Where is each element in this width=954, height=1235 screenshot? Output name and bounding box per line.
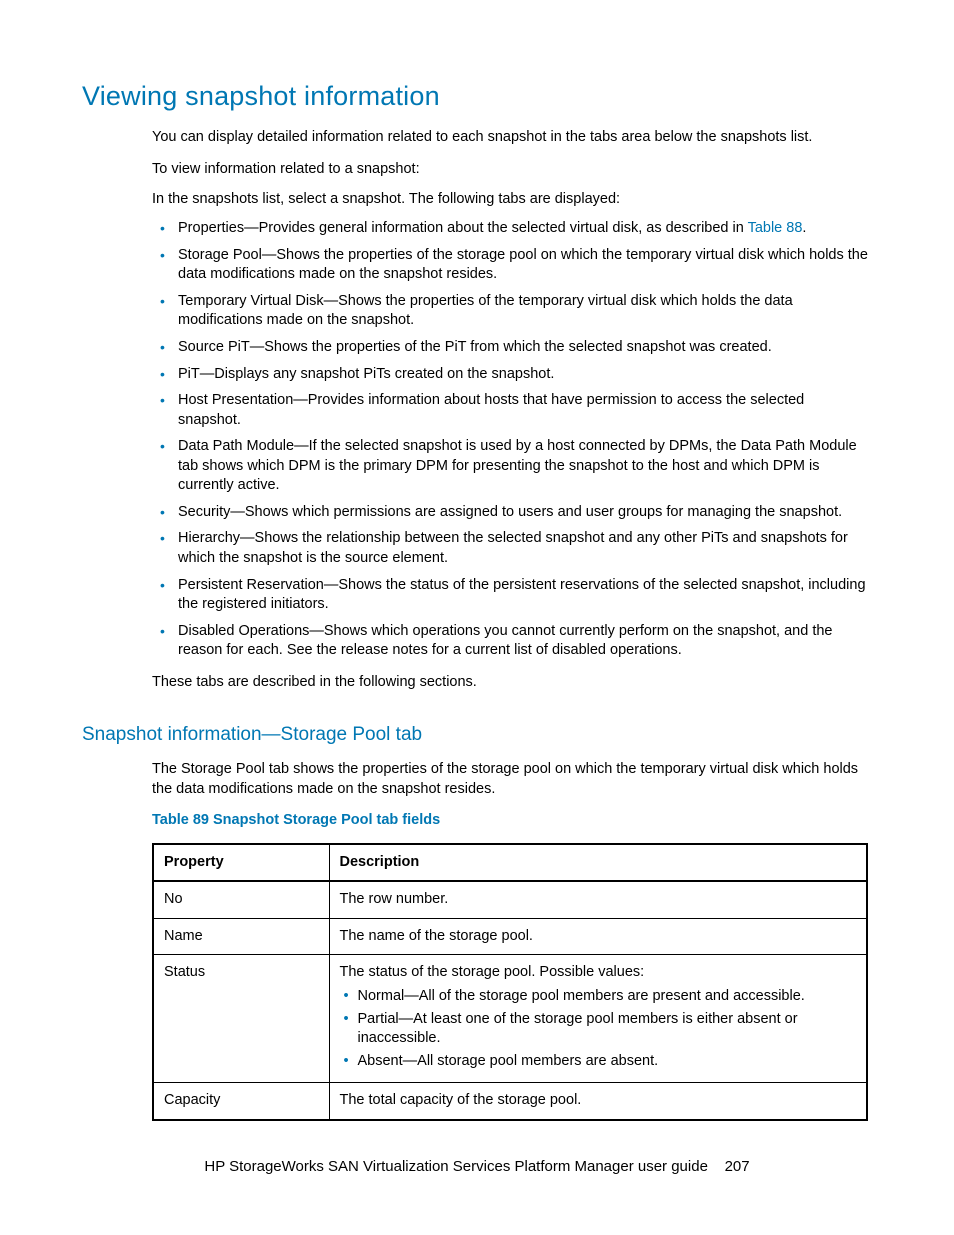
list-item: Data Path Module—If the selected snapsho…: [152, 437, 868, 496]
status-values-list: Normal—All of the storage pool members a…: [340, 987, 857, 1071]
link-table-88[interactable]: Table 88: [748, 220, 803, 236]
cell-description: The total capacity of the storage pool.: [329, 1083, 867, 1120]
list-item: Security—Shows which permissions are ass…: [152, 503, 868, 523]
heading-storage-pool-tab: Snapshot information—Storage Pool tab: [82, 722, 868, 748]
heading-viewing-snapshot-info: Viewing snapshot information: [82, 78, 868, 114]
text: The status of the storage pool. Possible…: [340, 964, 645, 980]
table-row: Name The name of the storage pool.: [153, 918, 867, 955]
cell-property: Name: [153, 918, 329, 955]
list-item: Host Presentation—Provides information a…: [152, 391, 868, 430]
cell-property: Capacity: [153, 1083, 329, 1120]
paragraph-sp-intro: The Storage Pool tab shows the propertie…: [152, 760, 868, 799]
list-item: Properties—Provides general information …: [152, 219, 868, 239]
col-description: Description: [329, 844, 867, 882]
list-item: Normal—All of the storage pool members a…: [340, 987, 857, 1007]
cell-property: Status: [153, 955, 329, 1083]
list-item: Temporary Virtual Disk—Shows the propert…: [152, 292, 868, 331]
list-item: Source PiT—Shows the properties of the P…: [152, 338, 868, 358]
table-row: No The row number.: [153, 881, 867, 918]
paragraph-outro: These tabs are described in the followin…: [152, 673, 868, 693]
cell-property: No: [153, 881, 329, 918]
paragraph-intro-3: In the snapshots list, select a snapshot…: [152, 190, 868, 210]
list-item: PiT—Displays any snapshot PiTs created o…: [152, 365, 868, 385]
list-item: Hierarchy—Shows the relationship between…: [152, 529, 868, 568]
text: Properties—Provides general information …: [178, 220, 748, 236]
table-snapshot-storage-pool: Property Description No The row number. …: [152, 843, 868, 1121]
table-row: Status The status of the storage pool. P…: [153, 955, 867, 1083]
list-item: Persistent Reservation—Shows the status …: [152, 576, 868, 615]
text: .: [802, 220, 806, 236]
col-property: Property: [153, 844, 329, 882]
table-caption-89: Table 89 Snapshot Storage Pool tab field…: [152, 811, 868, 831]
footer-page-number: 207: [725, 1158, 750, 1175]
paragraph-intro-1: You can display detailed information rel…: [152, 128, 868, 148]
cell-description: The name of the storage pool.: [329, 918, 867, 955]
paragraph-intro-2: To view information related to a snapsho…: [152, 160, 868, 180]
list-item: Partial—At least one of the storage pool…: [340, 1010, 857, 1049]
cell-description: The row number.: [329, 881, 867, 918]
list-item: Disabled Operations—Shows which operatio…: [152, 622, 868, 661]
list-item: Absent—All storage pool members are abse…: [340, 1052, 857, 1072]
list-item: Storage Pool—Shows the properties of the…: [152, 246, 868, 285]
cell-description: The status of the storage pool. Possible…: [329, 955, 867, 1083]
footer-title: HP StorageWorks SAN Virtualization Servi…: [204, 1158, 708, 1175]
table-header-row: Property Description: [153, 844, 867, 882]
table-row: Capacity The total capacity of the stora…: [153, 1083, 867, 1120]
tabs-list: Properties—Provides general information …: [152, 219, 868, 661]
page-footer: HP StorageWorks SAN Virtualization Servi…: [0, 1157, 954, 1177]
